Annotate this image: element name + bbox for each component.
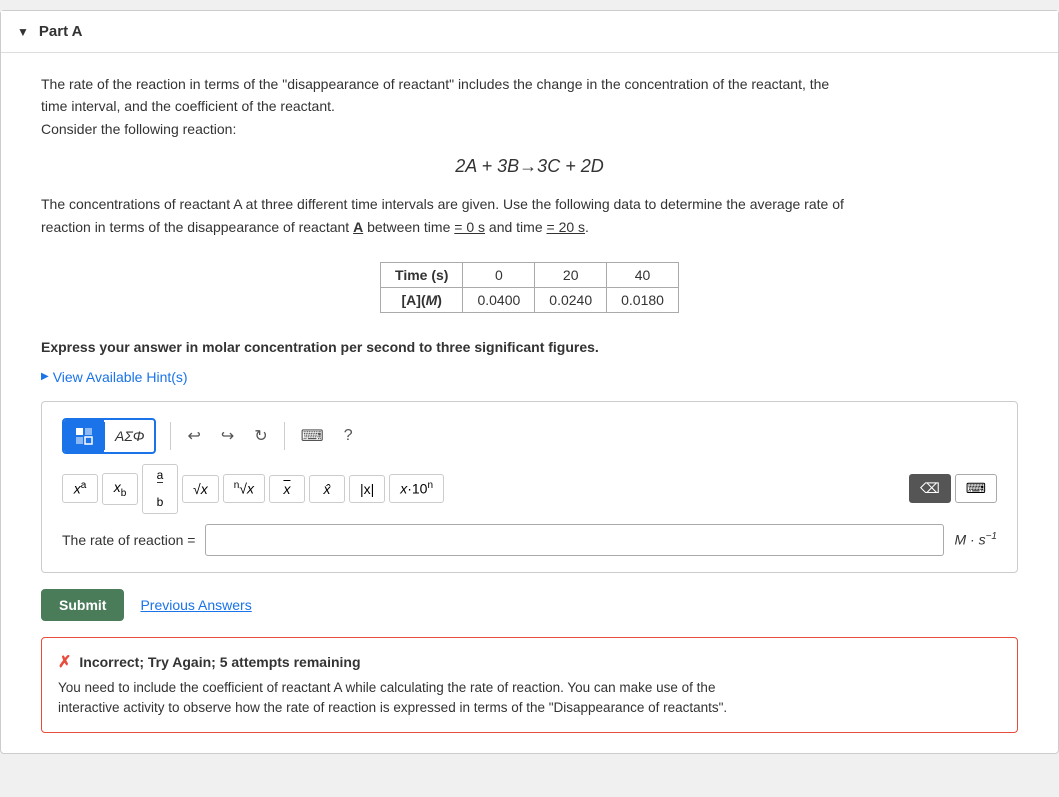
greek-label: ΑΣΦ [115,428,144,444]
previous-answers-button[interactable]: Previous Answers [140,597,251,613]
keyboard-icon-btn[interactable]: ⌨ [293,421,332,451]
concentration-text: The concentrations of reactant A at thre… [41,193,1018,238]
cell-time-40: 40 [607,262,679,287]
keyboard-input-button[interactable]: ⌨ [955,474,997,503]
undo-button[interactable]: ↩ [179,421,208,451]
part-title: Part A [39,23,83,40]
desc-line3: Consider the following reaction: [41,121,236,137]
overline-button[interactable]: x [269,475,305,503]
cell-conc-0: 0.0400 [463,287,535,312]
sci-notation-button[interactable]: x·10n [389,474,444,503]
error-title: Incorrect; Try Again; 5 attempts remaini… [79,654,360,670]
sqrt-button[interactable]: √x [182,475,219,503]
collapse-icon[interactable]: ▼ [17,25,29,39]
abs-button[interactable]: |x| [349,475,385,503]
cell-time-20: 20 [535,262,607,287]
submit-button[interactable]: Submit [41,589,124,621]
error-line2: interactive activity to observe how the … [58,700,727,715]
greek-button[interactable]: ΑΣΦ [104,422,154,450]
col-header-time: Time (s) [381,262,463,287]
cell-conc-20: 0.0240 [535,287,607,312]
cell-conc-40: 0.0180 [607,287,679,312]
fraction-button[interactable]: a b [142,464,178,514]
nthroot-button[interactable]: n√x [223,474,265,503]
toolbar-group-template: ΑΣΦ [62,418,156,454]
conc-line2: reaction in terms of the disappearance o… [41,219,589,235]
error-header: ✗ Incorrect; Try Again; 5 attempts remai… [58,652,1001,672]
refresh-button[interactable]: ↻ [246,421,275,451]
content-area: The rate of the reaction in terms of the… [1,53,1058,753]
chemical-equation: 2A + 3B→3C + 2D [41,156,1018,177]
superscript-button[interactable]: xa [62,474,98,503]
error-line1: You need to include the coefficient of r… [58,680,715,695]
part-header: ▼ Part A [1,11,1058,53]
answer-box: ΑΣΦ ↩ ↪ ↻ ⌨ ? xa xb a [41,401,1018,573]
actions-row: Submit Previous Answers [41,589,1018,621]
error-icon: ✗ [58,652,71,672]
error-box: ✗ Incorrect; Try Again; 5 attempts remai… [41,637,1018,734]
input-row: The rate of reaction = M · s−1 [62,524,997,556]
hint-link[interactable]: ▶ View Available Hint(s) [41,369,1018,385]
data-table-wrap: Time (s) 0 20 40 [A](M) 0.0400 0.0240 0.… [41,250,1018,325]
toolbar-sep2 [284,422,285,450]
data-table: Time (s) 0 20 40 [A](M) 0.0400 0.0240 0.… [380,262,679,313]
subscript-button[interactable]: xb [102,473,138,505]
math-symbols-row: xa xb a b √x n√x x x̂ |x| x·10n ⌫ ⌨ [62,464,997,514]
cell-time-0: 0 [463,262,535,287]
col-header-conc: [A](M) [381,287,463,312]
math-toolbar: ΑΣΦ ↩ ↪ ↻ ⌨ ? [62,418,997,454]
desc-line1: The rate of the reaction in terms of the… [41,76,829,92]
help-button[interactable]: ? [336,422,361,450]
hat-button[interactable]: x̂ [309,475,345,503]
toolbar-sep1 [170,422,171,450]
rate-input[interactable] [205,524,944,556]
instruction-text: Express your answer in molar concentrati… [41,339,1018,355]
desc-line2: time interval, and the coefficient of th… [41,98,335,114]
template-icon [74,426,94,446]
redo-button[interactable]: ↪ [213,421,242,451]
conc-line1: The concentrations of reactant A at thre… [41,196,844,212]
template-button[interactable] [64,420,104,452]
hint-triangle-icon: ▶ [41,371,49,382]
description: The rate of the reaction in terms of the… [41,73,1018,140]
error-body: You need to include the coefficient of r… [58,678,1001,719]
rate-label: The rate of reaction = [62,532,195,548]
unit-label: M · s−1 [954,531,997,548]
hint-link-label: View Available Hint(s) [53,369,188,385]
delete-button[interactable]: ⌫ [909,474,951,503]
